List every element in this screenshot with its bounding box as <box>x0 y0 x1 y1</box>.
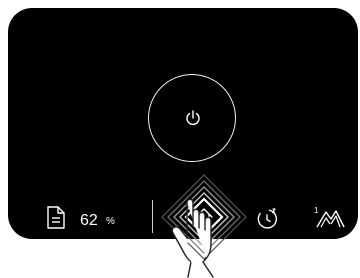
power-icon <box>186 110 200 125</box>
ripple-inner <box>184 197 224 237</box>
home-button[interactable] <box>159 172 249 262</box>
screen: 62 % 1 <box>0 0 360 278</box>
home-icon <box>195 208 213 225</box>
divider <box>152 200 154 233</box>
ripple-mid-outer <box>167 180 241 254</box>
document-icon <box>47 206 65 229</box>
battery-unit: % <box>106 216 115 227</box>
battery-value: 62 <box>80 212 98 229</box>
mountain-mode-icon[interactable] <box>314 204 346 230</box>
control-panel: 62 % 1 <box>8 8 358 260</box>
power-button[interactable] <box>148 74 236 162</box>
timer-icon[interactable] <box>255 207 279 231</box>
